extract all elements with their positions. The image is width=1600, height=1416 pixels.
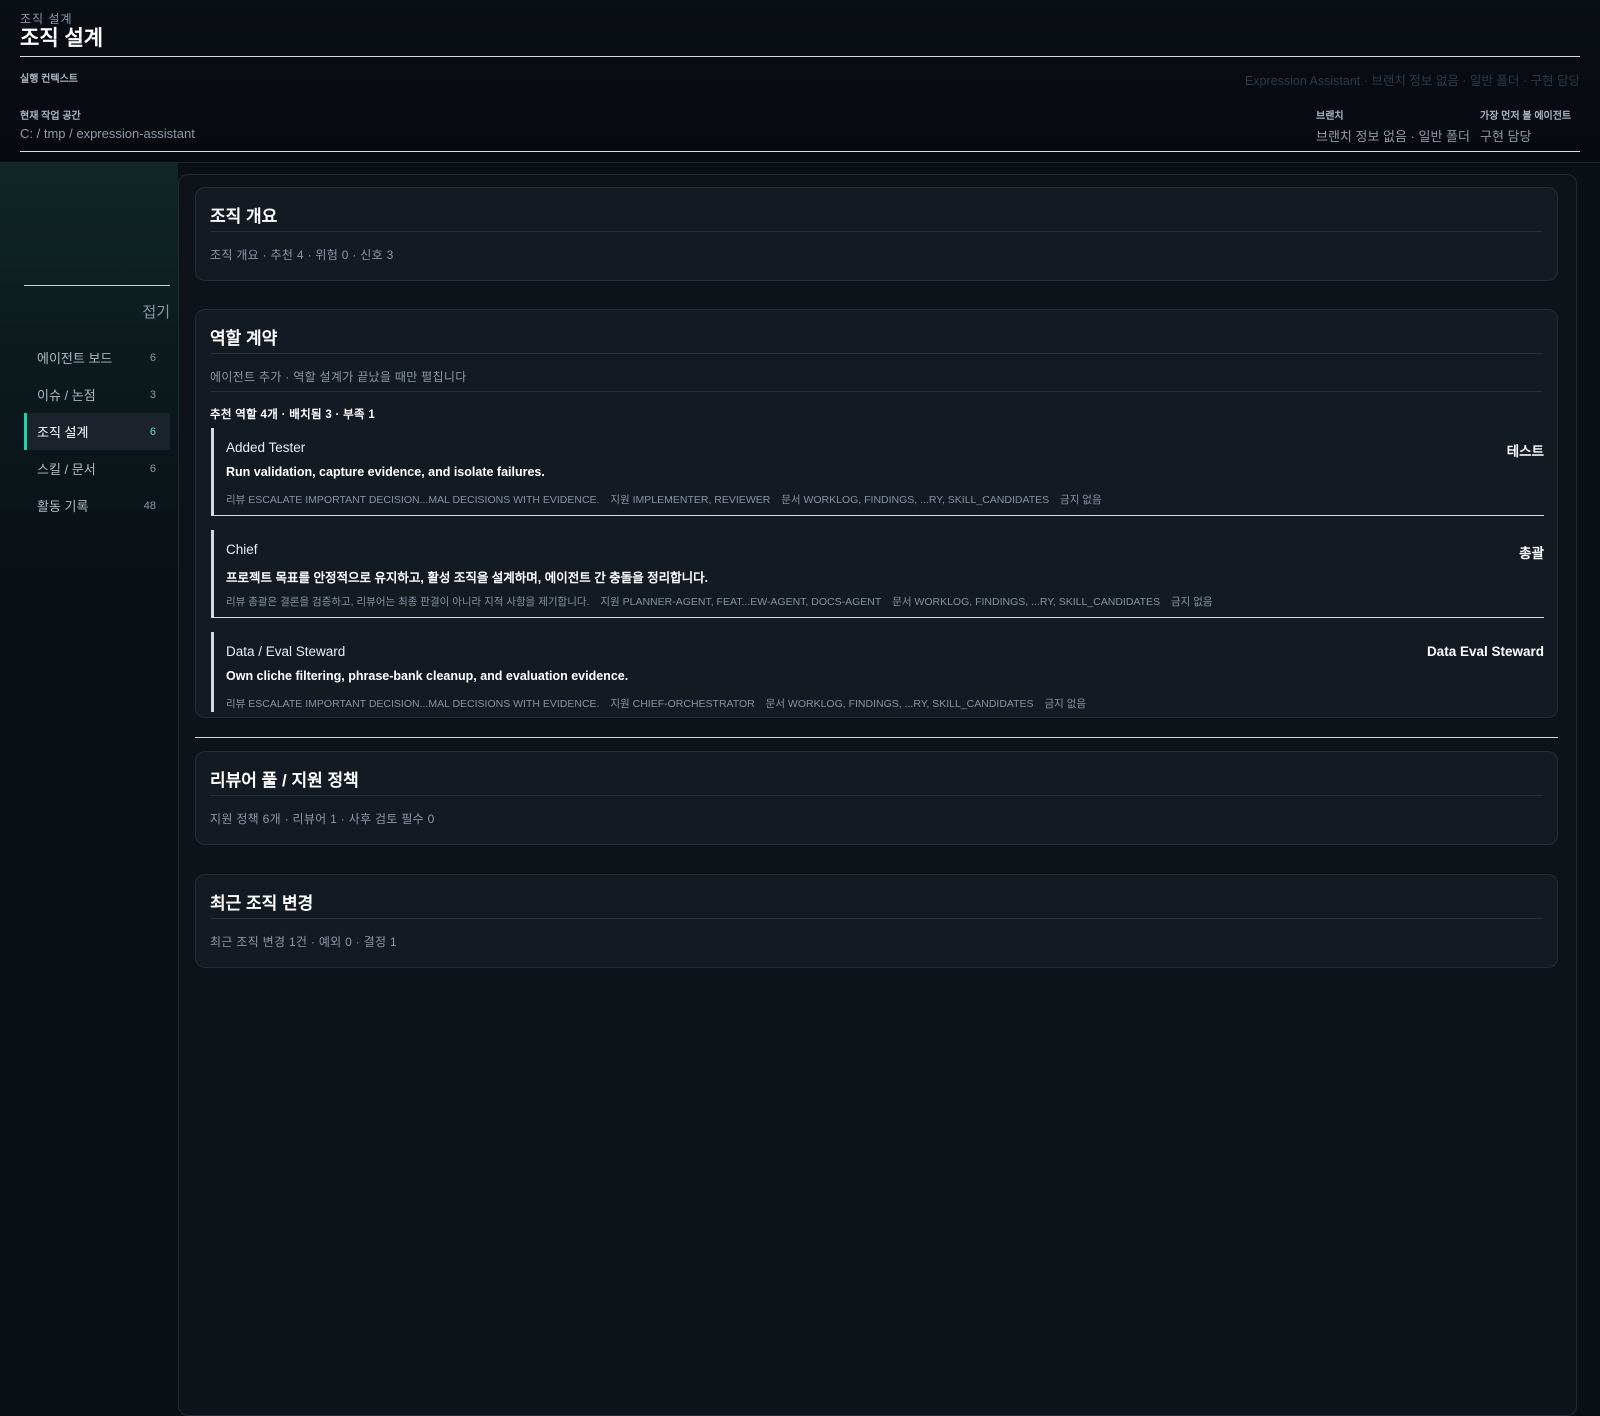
role-item[interactable]: Chief 총괄 프로젝트 목표를 안정적으로 유지하고, 활성 조직을 설계하… (211, 530, 1544, 618)
role-review: 리뷰 ESCALATE IMPORTANT DECISION...MAL DEC… (226, 698, 600, 710)
reviewer-pool-title: 리뷰어 풀 / 지원 정책 (210, 771, 359, 790)
page-title: 조직 설계 (20, 27, 104, 50)
role-support: 지원 IMPLEMENTER, REVIEWER (610, 494, 771, 506)
first-agent-label: 가장 먼저 볼 에이전트 (1480, 111, 1572, 122)
top-header: 조직 설계 조직 설계 실행 컨텍스트 Expression Assistant… (0, 0, 1600, 163)
workspace-label: 현재 작업 공간 (20, 111, 81, 122)
card-divider (210, 391, 1543, 392)
role-description: Run validation, capture evidence, and is… (226, 465, 545, 479)
sidebar-item-count: 3 (149, 388, 156, 401)
role-forbidden: 금지 없음 (1044, 698, 1087, 710)
role-tag: 테스트 (1506, 444, 1544, 459)
card-divider (210, 918, 1543, 919)
branch-value: 브랜치 정보 없음 · 일반 폴더 (1316, 129, 1470, 144)
add-agent-hint[interactable]: 에이전트 추가 · 역할 설계가 끝났을 때만 펼칩니다 (210, 368, 467, 385)
context-label: 실행 컨텍스트 (20, 74, 78, 85)
role-contracts-title: 역할 계약 (210, 329, 278, 348)
role-support: 지원 CHIEF-ORCHESTRATOR (610, 698, 755, 710)
role-item[interactable]: Data / Eval Steward Data Eval Steward Ow… (211, 632, 1544, 712)
sidebar-item-agent-board[interactable]: 에이전트 보드 6 (24, 339, 170, 376)
card-divider (210, 795, 1543, 796)
role-docs: 문서 WORKLOG, FINDINGS, ...RY, SKILL_CANDI… (765, 698, 1034, 710)
sidebar-nav: 에이전트 보드 6 이슈 / 논점 3 조직 설계 6 스킬 / 문서 6 활동… (24, 339, 170, 524)
header-divider (20, 56, 1580, 57)
role-name: Added Tester (226, 440, 306, 455)
role-contracts-card: 역할 계약 에이전트 추가 · 역할 설계가 끝났을 때만 펼칩니다 추천 역할… (195, 309, 1558, 718)
sidebar-item-label: 조직 설계 (37, 425, 89, 440)
sidebar-item-label: 활동 기록 (37, 499, 89, 514)
role-review: 리뷰 ESCALATE IMPORTANT DECISION...MAL DEC… (226, 494, 600, 506)
role-meta: 리뷰 ESCALATE IMPORTANT DECISION...MAL DEC… (226, 492, 1110, 507)
role-meta: 리뷰 총괄은 결론을 검증하고, 리뷰어는 최종 판결이 아니라 지적 사항을 … (226, 594, 1221, 609)
role-name: Data / Eval Steward (226, 644, 346, 659)
overview-summary: 조직 개요 · 추천 4 · 위험 0 · 신호 3 (210, 248, 394, 262)
header-bottom-divider (20, 151, 1580, 152)
sidebar-item-label: 스킬 / 문서 (37, 462, 96, 477)
role-docs: 문서 WORKLOG, FINDINGS, ...RY, SKILL_CANDI… (781, 494, 1050, 506)
role-tag: 총괄 (1519, 546, 1544, 561)
sidebar: 접기 에이전트 보드 6 이슈 / 논점 3 조직 설계 6 스킬 / 문서 6… (0, 163, 178, 1400)
sidebar-item-label: 이슈 / 논점 (37, 388, 96, 403)
recommend-summary: 추천 역할 4개 · 배치됨 3 · 부족 1 (210, 409, 376, 421)
role-forbidden: 금지 없음 (1060, 494, 1102, 506)
role-meta: 리뷰 ESCALATE IMPORTANT DECISION...MAL DEC… (226, 696, 1094, 711)
sidebar-divider (24, 285, 170, 286)
overview-card: 조직 개요 조직 개요 · 추천 4 · 위험 0 · 신호 3 (195, 187, 1558, 281)
role-tag: Data Eval Steward (1426, 644, 1544, 659)
sidebar-item-label: 에이전트 보드 (37, 351, 113, 366)
role-support: 지원 PLANNER-AGENT, FEAT...EW-AGENT, DOCS-… (600, 596, 882, 608)
card-divider (210, 231, 1543, 232)
main-panel: 조직 개요 조직 개요 · 추천 4 · 위험 0 · 신호 3 역할 계약 에… (178, 174, 1577, 1416)
sidebar-item-issues[interactable]: 이슈 / 논점 3 (24, 376, 170, 413)
sidebar-item-count: 48 (143, 499, 156, 512)
sidebar-item-activity-log[interactable]: 활동 기록 48 (24, 487, 170, 524)
section-divider (195, 737, 1558, 738)
sidebar-item-count: 6 (149, 462, 156, 475)
role-description: Own cliche filtering, phrase-bank cleanu… (226, 669, 629, 683)
reviewer-pool-card: 리뷰어 풀 / 지원 정책 지원 정책 6개 · 리뷰어 1 · 사후 검토 필… (195, 751, 1558, 845)
recent-changes-title: 최근 조직 변경 (210, 894, 314, 913)
sidebar-item-skills-docs[interactable]: 스킬 / 문서 6 (24, 450, 170, 487)
role-docs: 문서 WORKLOG, FINDINGS, ...RY, SKILL_CANDI… (892, 596, 1161, 608)
branch-label: 브랜치 (1316, 111, 1344, 122)
collapse-button[interactable]: 접기 (142, 301, 170, 322)
recent-changes-summary: 최근 조직 변경 1건 · 예외 0 · 결정 1 (210, 935, 397, 949)
role-item[interactable]: Added Tester 테스트 Run validation, capture… (211, 428, 1544, 516)
role-name: Chief (226, 542, 258, 557)
workspace-path: C: / tmp / expression-assistant (20, 126, 195, 141)
context-summary: Expression Assistant · 브랜치 정보 없음 · 일반 폴더… (1244, 74, 1580, 88)
reviewer-pool-summary: 지원 정책 6개 · 리뷰어 1 · 사후 검토 필수 0 (210, 812, 435, 826)
sidebar-item-org-design[interactable]: 조직 설계 6 (24, 413, 170, 450)
role-description: 프로젝트 목표를 안정적으로 유지하고, 활성 조직을 설계하며, 에이전트 간… (226, 571, 709, 585)
first-agent-value: 구현 담당 (1480, 129, 1532, 144)
overview-title: 조직 개요 (210, 207, 278, 226)
role-forbidden: 금지 없음 (1171, 596, 1213, 608)
card-divider (210, 353, 1543, 354)
role-review: 리뷰 총괄은 결론을 검증하고, 리뷰어는 최종 판결이 아니라 지적 사항을 … (226, 596, 590, 608)
recent-changes-card: 최근 조직 변경 최근 조직 변경 1건 · 예외 0 · 결정 1 (195, 874, 1558, 968)
sidebar-item-count: 6 (149, 425, 156, 438)
sidebar-item-count: 6 (149, 351, 156, 364)
